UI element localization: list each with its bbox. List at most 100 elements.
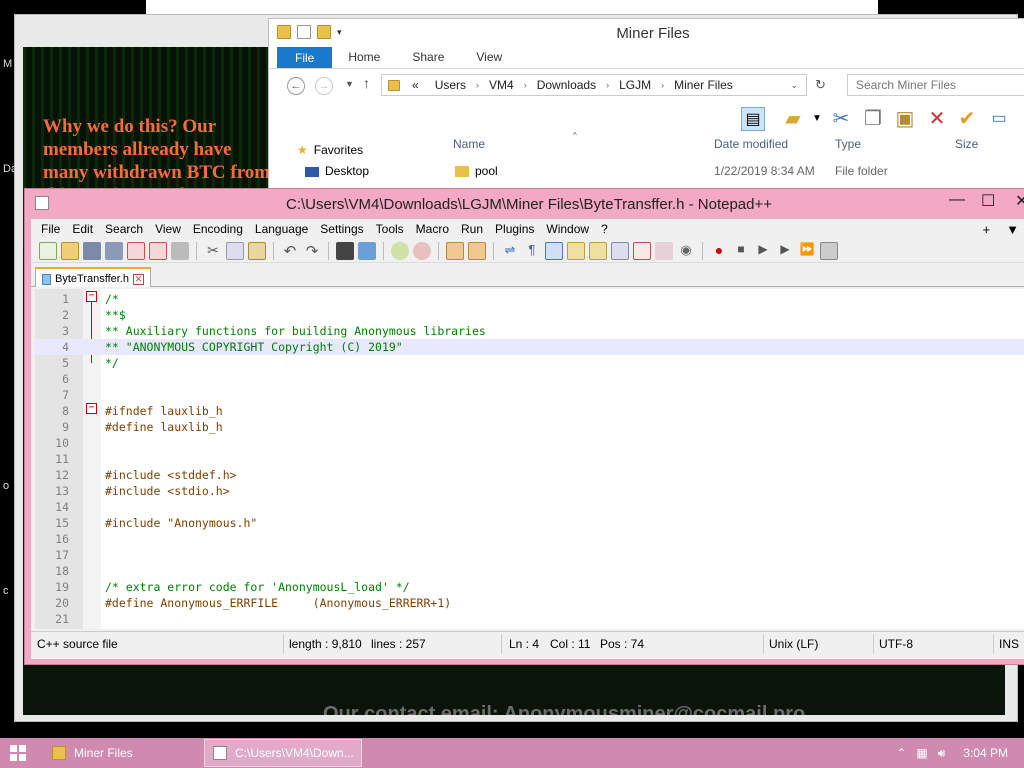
code-line[interactable]: 16 [35,531,1024,547]
code-line[interactable]: 2 **$ [35,307,1024,323]
undo-icon[interactable]: ↶ [281,242,299,260]
nav-favorites[interactable]: ★ Favorites [297,143,363,157]
menu-help[interactable]: ? [595,222,614,236]
clock[interactable]: 3:04 PM [963,746,1008,760]
code-line[interactable]: 9 #define lauxlib_h [35,419,1024,435]
menu-edit[interactable]: Edit [66,222,99,236]
zoom-out-icon[interactable] [413,241,431,260]
new-file-icon[interactable] [39,241,57,260]
code-line[interactable]: 21 [35,611,1024,627]
preview-pane-icon[interactable]: ▤ [741,107,765,131]
up-arrow-icon[interactable]: ↑ [363,75,370,91]
address-bar[interactable]: « Users › VM4 › Downloads › LGJM › Miner… [381,74,807,96]
crumb-users[interactable]: Users [427,78,474,92]
chevron-right-icon[interactable]: › [474,80,481,90]
paste-icon[interactable] [248,241,266,260]
close-tab-icon[interactable]: ✕ [132,273,144,285]
code-line[interactable]: 13 #include <stdio.h> [35,483,1024,499]
taskbar-explorer[interactable]: Miner Files [44,739,200,767]
zoom-in-icon[interactable] [391,241,409,260]
crumb-lgjm[interactable]: LGJM [611,78,659,92]
taskbar-notepadpp[interactable]: C:\Users\VM4\Down... [204,739,362,767]
udl-icon[interactable] [567,241,585,260]
code-line[interactable]: 5 */ [35,355,1024,371]
windows-start-icon[interactable] [10,745,26,761]
code-line[interactable]: 12 #include <stddef.h> [35,467,1024,483]
menu-file[interactable]: File [35,222,66,236]
sync-horizontal-icon[interactable] [468,241,486,260]
code-line[interactable]: 19 /* extra error code for 'AnonymousL_lo… [35,579,1024,595]
redo-icon[interactable]: ↷ [303,242,321,260]
close-icon[interactable]: ✕ [1015,191,1024,211]
crumb-vm4[interactable]: VM4 [481,78,522,92]
paste-icon[interactable]: ▣ [893,107,917,131]
close-all-icon[interactable] [149,241,167,260]
check-icon[interactable]: ✔ [955,107,979,131]
network-icon[interactable]: ▦ [916,746,927,760]
forward-arrow-icon[interactable]: → [315,77,333,95]
show-hidden-icons-icon[interactable]: ⌃ [896,746,906,760]
code-line[interactable]: 10 [35,435,1024,451]
save-macro-icon[interactable] [820,241,838,260]
nav-desktop[interactable]: Desktop [305,164,369,178]
indent-guide-icon[interactable] [545,241,563,260]
code-line[interactable]: 18 [35,563,1024,579]
replace-icon[interactable] [358,241,376,260]
menu-search[interactable]: Search [99,222,149,236]
copy-icon[interactable] [226,241,244,260]
menu-window[interactable]: Window [540,222,595,236]
code-line[interactable]: 4 ** "ANONYMOUS COPYRIGHT Copyright (C) 2… [35,339,1024,355]
menu-plugins[interactable]: Plugins [489,222,540,236]
print-icon[interactable] [171,241,189,260]
column-type[interactable]: Type [835,137,861,151]
cut-icon[interactable]: ✂ [829,107,853,131]
crumb-downloads[interactable]: Downloads [529,78,604,92]
record-macro-icon[interactable]: ● [710,242,728,260]
chevron-right-icon[interactable]: › [659,80,666,90]
play-macro-icon[interactable]: ▶ [754,242,772,260]
menu-tools[interactable]: Tools [370,222,410,236]
ribbon-tab-home[interactable]: Home [332,47,396,68]
save-all-icon[interactable] [105,241,123,260]
maximize-icon[interactable]: ☐ [981,191,995,211]
ribbon-tab-view[interactable]: View [460,47,518,68]
properties-folder-icon[interactable]: ▰ [781,107,805,131]
menu-encoding[interactable]: Encoding [187,222,249,236]
ribbon-tab-file[interactable]: File [277,47,333,68]
column-name[interactable]: Name [453,137,485,151]
minimize-icon[interactable]: — [949,191,965,209]
code-editor[interactable]: − − 1/* 2 **$ 3 ** Auxiliary functions for b… [35,289,1024,629]
copy-icon[interactable]: ❐ [861,107,885,131]
menu-language[interactable]: Language [249,222,314,236]
code-line[interactable]: 17 [35,547,1024,563]
save-icon[interactable] [83,241,101,260]
code-line[interactable]: 3 ** Auxiliary functions for building Ano… [35,323,1024,339]
cut-icon[interactable]: ✂ [204,242,222,260]
show-all-chars-icon[interactable]: ¶ [523,242,541,260]
run-macro-multiple-icon[interactable]: ⏩ [798,242,816,260]
close-file-icon[interactable] [127,241,145,260]
recent-locations-icon[interactable]: ▼ [345,79,354,89]
function-list-icon[interactable] [611,241,629,260]
file-row[interactable]: pool [455,164,498,178]
chevron-right-icon[interactable]: › [604,80,611,90]
new-tab-plus-icon[interactable]: + [983,222,991,237]
code-line[interactable]: 1 /* [35,291,1024,307]
eye-icon[interactable]: ◉ [677,242,695,260]
code-line[interactable]: 7 [35,387,1024,403]
address-overflow[interactable]: « [404,78,427,92]
volume-icon[interactable]: 🔊︎ [938,746,946,761]
code-line[interactable]: 6 [35,371,1024,387]
doc-map-icon[interactable] [589,241,607,260]
word-wrap-icon[interactable]: ⇌ [501,242,519,260]
menu-macro[interactable]: Macro [410,222,455,236]
delete-icon[interactable]: ✕ [925,107,949,131]
code-line[interactable]: 11 [35,451,1024,467]
code-line[interactable]: 14 [35,499,1024,515]
tab-bytetransffer[interactable]: ByteTransffer.h ✕ [35,267,151,287]
sync-vertical-icon[interactable] [446,241,464,260]
ribbon-tab-share[interactable]: Share [396,47,460,68]
tab-list-dropdown-icon[interactable]: ▼ [1006,222,1019,237]
rename-icon[interactable]: ▭ [987,107,1011,131]
back-arrow-icon[interactable]: ← [287,77,305,95]
